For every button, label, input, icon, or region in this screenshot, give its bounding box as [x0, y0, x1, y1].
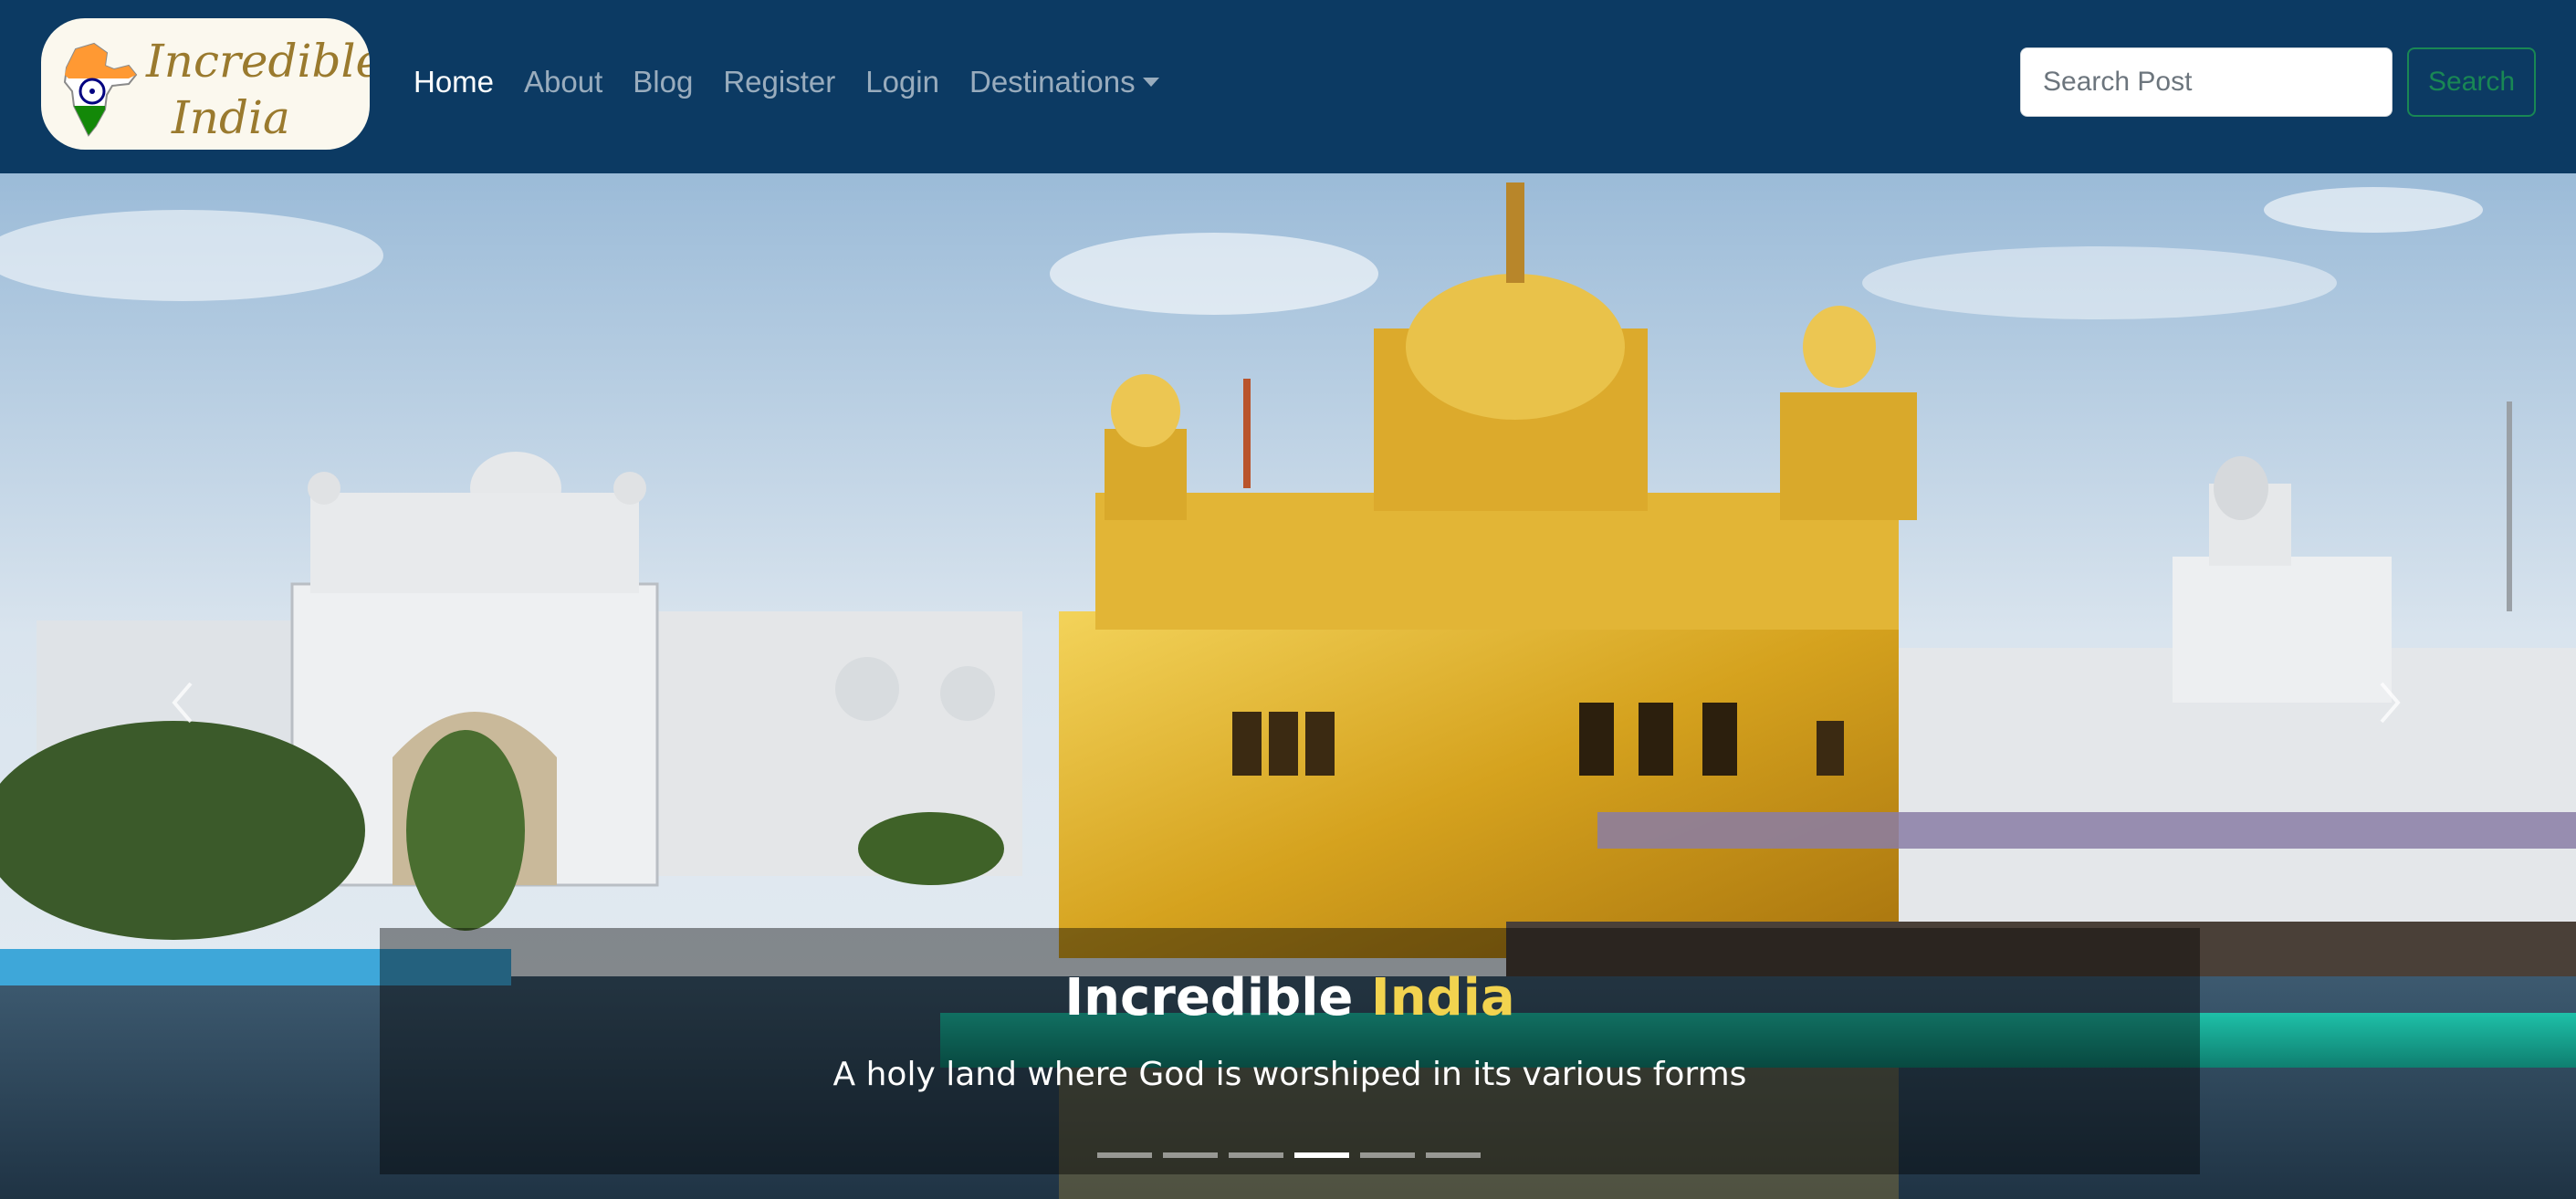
brand-text: Incredible India: [146, 33, 370, 146]
brand-logo[interactable]: Incredible India: [41, 18, 370, 150]
carousel-indicator[interactable]: [1360, 1152, 1415, 1158]
carousel-caption: Incredible India A holy land where God i…: [380, 928, 2200, 1174]
caption-title: Incredible India: [380, 968, 2200, 1027]
main-nav: Home About Blog Register Login Destinati…: [414, 57, 1189, 108]
search-button[interactable]: Search: [2407, 47, 2536, 117]
nav-destinations-label: Destinations: [969, 65, 1136, 99]
carousel-next-button[interactable]: [2362, 648, 2417, 757]
brand-line2: India: [172, 91, 290, 144]
navbar: Incredible India Home About Blog Registe…: [0, 0, 2576, 173]
nav-home[interactable]: Home: [414, 57, 494, 108]
carousel-indicator[interactable]: [1097, 1152, 1152, 1158]
caption-title-part1: Incredible: [1064, 968, 1354, 1027]
carousel-indicator-active[interactable]: [1294, 1152, 1349, 1158]
carousel-prev-button[interactable]: [155, 648, 210, 757]
carousel-indicator[interactable]: [1163, 1152, 1218, 1158]
chevron-right-icon: [2380, 682, 2401, 724]
chevron-left-icon: [172, 682, 193, 724]
nav-login[interactable]: Login: [865, 57, 939, 108]
carousel-indicator[interactable]: [1229, 1152, 1283, 1158]
caption-title-part2: India: [1370, 968, 1515, 1027]
caret-down-icon: [1142, 78, 1159, 87]
search-input[interactable]: [2020, 47, 2393, 117]
hero-carousel: Incredible India A holy land where God i…: [0, 173, 2576, 1199]
caption-subtitle: A holy land where God is worshiped in it…: [832, 1056, 1747, 1093]
nav-about[interactable]: About: [524, 57, 602, 108]
carousel-indicators: [1097, 1152, 1481, 1158]
nav-register[interactable]: Register: [723, 57, 835, 108]
nav-blog[interactable]: Blog: [633, 57, 693, 108]
nav-destinations-dropdown[interactable]: Destinations: [969, 57, 1159, 108]
brand-line1: Incredible: [146, 35, 370, 88]
carousel-indicator[interactable]: [1426, 1152, 1481, 1158]
